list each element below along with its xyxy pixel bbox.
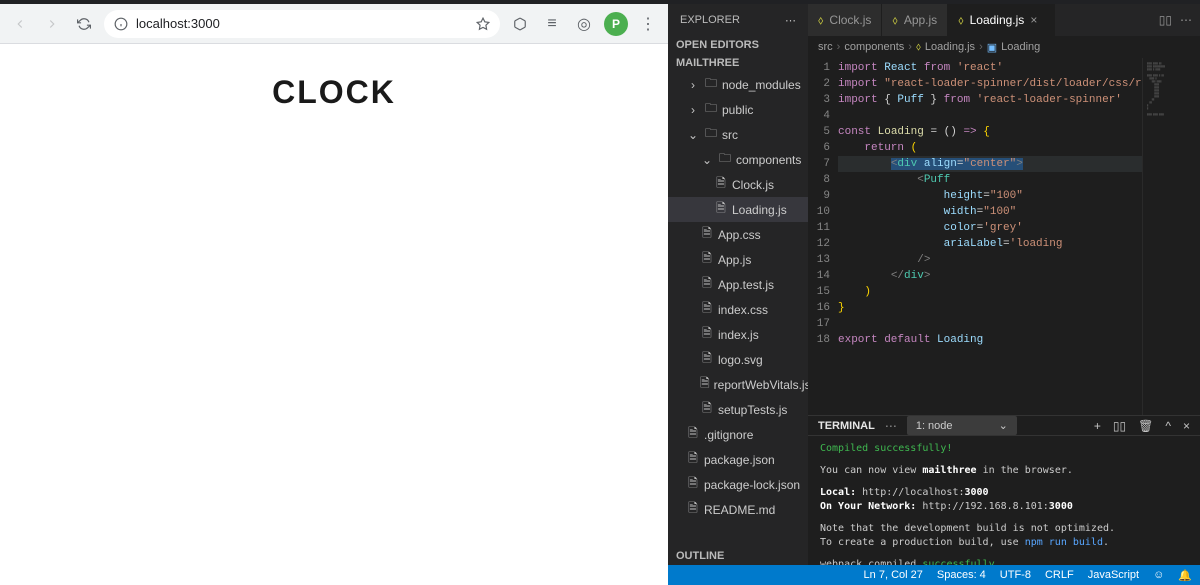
- info-icon: [114, 17, 128, 31]
- split-terminal-icon[interactable]: ▯▯: [1113, 419, 1126, 433]
- tree-setup[interactable]: 🗎setupTests.js: [668, 397, 808, 422]
- chevron-down-icon: ⌄: [999, 419, 1008, 432]
- url-text: localhost:3000: [136, 16, 220, 31]
- tree-index-js[interactable]: 🗎index.js: [668, 322, 808, 347]
- status-spaces[interactable]: Spaces: 4: [937, 569, 986, 581]
- browser-content: CLOCK: [0, 44, 668, 585]
- explorer-title: EXPLORER: [680, 14, 740, 26]
- tab-label: App.js: [904, 13, 937, 27]
- tab-label: Clock.js: [829, 13, 871, 27]
- unknown-icon[interactable]: ◎: [572, 12, 596, 36]
- status-eol[interactable]: CRLF: [1045, 569, 1074, 581]
- tree-gitignore[interactable]: 🗎.gitignore: [668, 422, 808, 447]
- tree-pkg-lock[interactable]: 🗎package-lock.json: [668, 472, 808, 497]
- tree-src[interactable]: ⌄🗀src: [668, 122, 808, 147]
- close-icon[interactable]: ×: [1030, 13, 1044, 27]
- forward-button[interactable]: [40, 12, 64, 36]
- explorer-menu-icon[interactable]: ⋯: [785, 14, 796, 27]
- gutter: 123456789101112131415161718: [808, 58, 838, 415]
- editor-area: src › components › ⬨ Loading.js › ▣ Load…: [808, 36, 1200, 565]
- star-icon[interactable]: [476, 17, 490, 31]
- tree-clock[interactable]: 🗎Clock.js: [668, 172, 808, 197]
- notifications-icon[interactable]: 🔔: [1178, 569, 1192, 582]
- page-heading: CLOCK: [272, 74, 396, 585]
- terminal-menu-icon[interactable]: ⋯: [885, 419, 897, 433]
- editor-tabs: ⬨ Clock.js ⬨ App.js ⬨ Loading.js ×: [808, 4, 1151, 36]
- vscode-pane: EXPLORER ⋯ ⬨ Clock.js ⬨ App.js ⬨ Loading…: [668, 4, 1200, 585]
- status-pos[interactable]: Ln 7, Col 27: [864, 569, 923, 581]
- minimap[interactable]: ████ ████ ██████ ██████████████ █ ██████…: [1142, 58, 1200, 415]
- crumb-file[interactable]: Loading.js: [925, 41, 975, 53]
- close-terminal-icon[interactable]: ×: [1183, 419, 1190, 433]
- status-lang[interactable]: JavaScript: [1088, 569, 1139, 581]
- js-icon: ⬨: [958, 13, 963, 28]
- explorer-header: EXPLORER ⋯: [668, 4, 808, 36]
- file-explorer: OPEN EDITORS MAILTHREE ›🗀node_modules ›🗀…: [668, 36, 808, 565]
- terminal-title[interactable]: TERMINAL: [818, 420, 875, 432]
- tree-app-js[interactable]: 🗎App.js: [668, 247, 808, 272]
- tree-app-test[interactable]: 🗎App.test.js: [668, 272, 808, 297]
- tab-clock[interactable]: ⬨ Clock.js: [808, 4, 882, 36]
- tree-components[interactable]: ⌄🗀components: [668, 147, 808, 172]
- terminal-panel: TERMINAL ⋯ 1: node ⌄ + ▯▯ 🗑 ^ ×: [808, 415, 1200, 565]
- avatar[interactable]: P: [604, 12, 628, 36]
- tab-loading[interactable]: ⬨ Loading.js ×: [948, 4, 1055, 36]
- crumb-symbol[interactable]: Loading: [1001, 41, 1040, 53]
- tab-app[interactable]: ⬨ App.js: [882, 4, 948, 36]
- crumb-components[interactable]: components: [844, 41, 904, 53]
- more-icon[interactable]: ⋯: [1180, 13, 1192, 27]
- tree-public[interactable]: ›🗀public: [668, 97, 808, 122]
- tree-readme[interactable]: 🗎README.md: [668, 497, 808, 522]
- new-terminal-icon[interactable]: +: [1094, 419, 1101, 433]
- tree-index-css[interactable]: 🗎index.css: [668, 297, 808, 322]
- tree-loading[interactable]: 🗎Loading.js: [668, 197, 808, 222]
- js-icon: ⬨: [892, 13, 897, 28]
- tab-label: Loading.js: [970, 13, 1025, 27]
- trash-icon[interactable]: 🗑: [1138, 419, 1153, 433]
- project-name[interactable]: MAILTHREE: [668, 54, 808, 72]
- code-content[interactable]: import React from 'react'import "react-l…: [838, 58, 1142, 415]
- reload-button[interactable]: [72, 12, 96, 36]
- tree-pkg[interactable]: 🗎package.json: [668, 447, 808, 472]
- url-bar[interactable]: localhost:3000: [104, 10, 500, 38]
- status-bar: Ln 7, Col 27 Spaces: 4 UTF-8 CRLF JavaSc…: [668, 565, 1200, 585]
- open-editors-title: OPEN EDITORS: [668, 36, 808, 54]
- browser-pane: localhost:3000 ≡ ◎ P ⋮ CLOCK: [0, 4, 668, 585]
- breadcrumb[interactable]: src › components › ⬨ Loading.js › ▣ Load…: [808, 36, 1200, 58]
- tree-logo[interactable]: 🗎logo.svg: [668, 347, 808, 372]
- terminal-select[interactable]: 1: node ⌄: [907, 416, 1017, 435]
- outline-title[interactable]: OUTLINE: [668, 547, 808, 565]
- maximize-icon[interactable]: ^: [1165, 419, 1171, 433]
- terminal-body[interactable]: Compiled successfully! You can now view …: [808, 436, 1200, 565]
- extensions-icon[interactable]: [508, 12, 532, 36]
- browser-toolbar: localhost:3000 ≡ ◎ P ⋮: [0, 4, 668, 44]
- tree-node-modules[interactable]: ›🗀node_modules: [668, 72, 808, 97]
- js-icon: ⬨: [818, 13, 823, 28]
- feedback-icon[interactable]: ☺: [1153, 569, 1164, 581]
- status-encoding[interactable]: UTF-8: [1000, 569, 1031, 581]
- tree-app-css[interactable]: 🗎App.css: [668, 222, 808, 247]
- reading-list-icon[interactable]: ≡: [540, 12, 564, 36]
- back-button[interactable]: [8, 12, 32, 36]
- menu-icon[interactable]: ⋮: [636, 12, 660, 36]
- tree-report[interactable]: 🗎reportWebVitals.js: [668, 372, 808, 397]
- crumb-src[interactable]: src: [818, 41, 833, 53]
- split-icon[interactable]: ▯▯: [1159, 13, 1172, 27]
